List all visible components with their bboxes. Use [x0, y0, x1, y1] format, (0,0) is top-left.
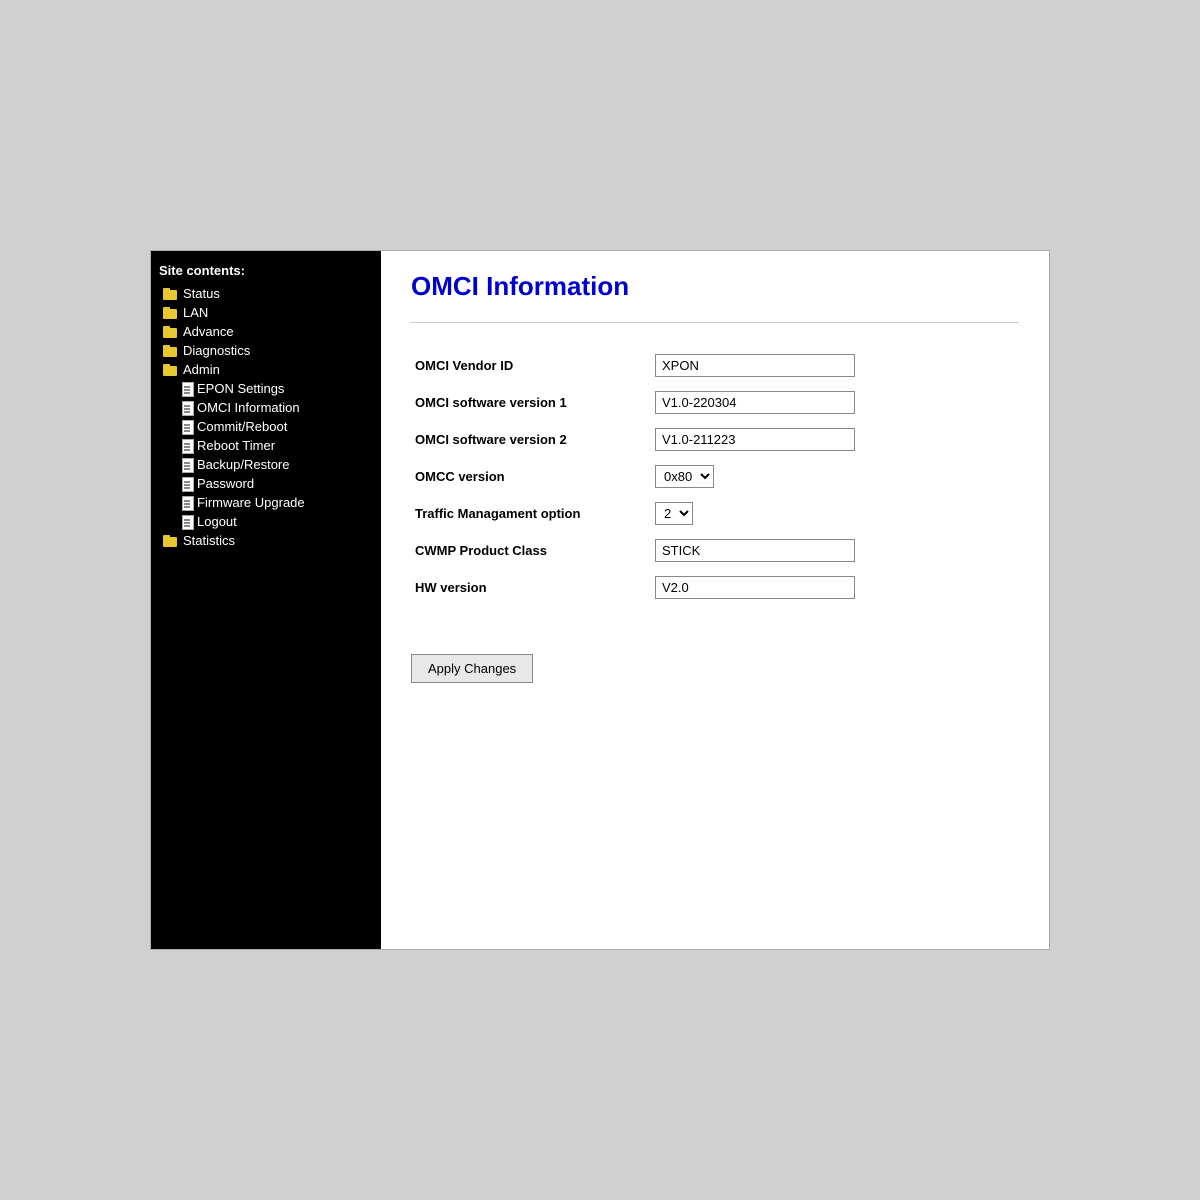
page-title: OMCI Information	[411, 271, 1019, 302]
sidebar-admin: AdminEPON SettingsOMCI InformationCommit…	[159, 360, 373, 531]
field-input-4: 123	[651, 495, 1019, 532]
folder-icon	[163, 535, 179, 547]
sidebar-item-password[interactable]: Password	[177, 474, 373, 493]
input-omci-software-version-1[interactable]	[655, 391, 855, 414]
folder-icon	[163, 288, 179, 300]
form-row-3: OMCC version0x800x810x82	[411, 458, 1019, 495]
sidebar-item-advance[interactable]: Advance	[159, 322, 373, 341]
folder-icon	[163, 326, 179, 338]
sidebar-item-epon-settings[interactable]: EPON Settings	[177, 379, 373, 398]
field-label-0: OMCI Vendor ID	[411, 347, 651, 384]
field-input-6	[651, 569, 1019, 606]
divider	[411, 322, 1019, 323]
doc-icon	[181, 515, 193, 529]
field-label-3: OMCC version	[411, 458, 651, 495]
sidebar-item-lan[interactable]: LAN	[159, 303, 373, 322]
field-label-6: HW version	[411, 569, 651, 606]
folder-icon	[163, 307, 179, 319]
form-row-5: CWMP Product Class	[411, 532, 1019, 569]
input-hw-version[interactable]	[655, 576, 855, 599]
field-label-1: OMCI software version 1	[411, 384, 651, 421]
form-row-2: OMCI software version 2	[411, 421, 1019, 458]
field-label-5: CWMP Product Class	[411, 532, 651, 569]
sidebar-bottom-items: Statistics	[159, 531, 373, 550]
sidebar-item-diagnostics[interactable]: Diagnostics	[159, 341, 373, 360]
sidebar-item-status[interactable]: Status	[159, 284, 373, 303]
select-traffic-managament-option[interactable]: 123	[655, 502, 693, 525]
form-row-0: OMCI Vendor ID	[411, 347, 1019, 384]
main-content: OMCI Information OMCI Vendor IDOMCI soft…	[381, 251, 1049, 949]
doc-icon	[181, 458, 193, 472]
apply-changes-button[interactable]: Apply Changes	[411, 654, 533, 683]
form-table: OMCI Vendor IDOMCI software version 1OMC…	[411, 347, 1019, 606]
field-input-1	[651, 384, 1019, 421]
form-row-4: Traffic Managament option123	[411, 495, 1019, 532]
form-row-1: OMCI software version 1	[411, 384, 1019, 421]
input-omci-vendor-id[interactable]	[655, 354, 855, 377]
sidebar-item-admin[interactable]: Admin	[159, 360, 373, 379]
folder-icon	[163, 364, 179, 376]
sidebar-item-firmware-upgrade[interactable]: Firmware Upgrade	[177, 493, 373, 512]
doc-icon	[181, 401, 193, 415]
input-cwmp-product-class[interactable]	[655, 539, 855, 562]
sidebar-item-omci-information[interactable]: OMCI Information	[177, 398, 373, 417]
field-input-0	[651, 347, 1019, 384]
field-input-3: 0x800x810x82	[651, 458, 1019, 495]
sidebar-item-logout[interactable]: Logout	[177, 512, 373, 531]
field-label-2: OMCI software version 2	[411, 421, 651, 458]
form-row-6: HW version	[411, 569, 1019, 606]
sidebar-item-backup-restore[interactable]: Backup/Restore	[177, 455, 373, 474]
doc-icon	[181, 439, 193, 453]
sidebar-title: Site contents:	[159, 263, 373, 278]
main-window: Site contents: StatusLANAdvanceDiagnosti…	[150, 250, 1050, 950]
doc-icon	[181, 496, 193, 510]
field-input-2	[651, 421, 1019, 458]
sidebar-admin-children: EPON SettingsOMCI InformationCommit/Rebo…	[159, 379, 373, 531]
sidebar-top-items: StatusLANAdvanceDiagnostics	[159, 284, 373, 360]
folder-icon	[163, 345, 179, 357]
input-omci-software-version-2[interactable]	[655, 428, 855, 451]
doc-icon	[181, 477, 193, 491]
sidebar: Site contents: StatusLANAdvanceDiagnosti…	[151, 251, 381, 949]
doc-icon	[181, 382, 193, 396]
sidebar-item-commit-reboot[interactable]: Commit/Reboot	[177, 417, 373, 436]
select-omcc-version[interactable]: 0x800x810x82	[655, 465, 714, 488]
field-label-4: Traffic Managament option	[411, 495, 651, 532]
doc-icon	[181, 420, 193, 434]
sidebar-item-reboot-timer[interactable]: Reboot Timer	[177, 436, 373, 455]
sidebar-item-statistics[interactable]: Statistics	[159, 531, 373, 550]
apply-button-wrapper: Apply Changes	[411, 630, 1019, 683]
field-input-5	[651, 532, 1019, 569]
